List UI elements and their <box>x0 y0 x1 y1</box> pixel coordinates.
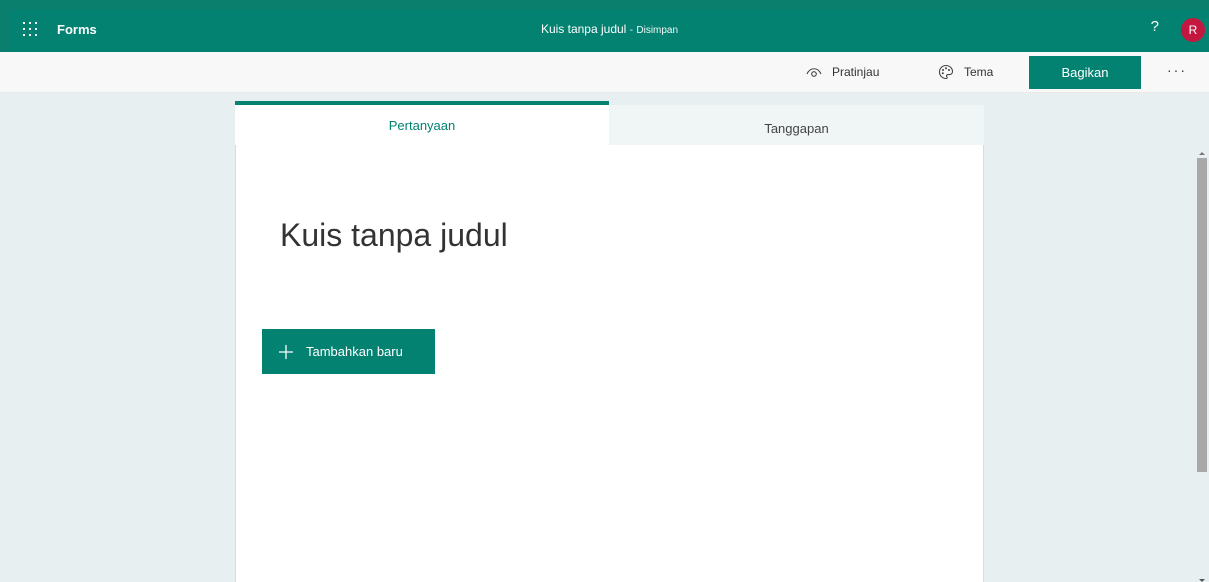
palette-icon <box>938 64 954 80</box>
theme-button[interactable]: Tema <box>938 52 993 92</box>
command-bar: Pratinjau Tema Bagikan ··· <box>0 52 1209 93</box>
app-header: Forms Kuis tanpa judul - Disimpan ? R <box>0 0 1209 52</box>
tab-questions[interactable]: Pertanyaan <box>235 101 609 145</box>
document-title: Kuis tanpa judul - Disimpan <box>10 22 1209 36</box>
document-title-text[interactable]: Kuis tanpa judul <box>541 22 626 36</box>
save-status: Disimpan <box>636 25 679 36</box>
tab-bar: Pertanyaan Tanggapan <box>235 101 984 145</box>
theme-label: Tema <box>964 65 994 79</box>
scroll-up-arrow-icon[interactable] <box>1198 146 1206 156</box>
form-card: Kuis tanpa judul Tambahkan baru <box>235 145 984 582</box>
tab-responses[interactable]: Tanggapan <box>609 105 984 145</box>
avatar[interactable]: R <box>1181 18 1205 42</box>
vertical-scrollbar[interactable] <box>1195 146 1209 582</box>
title-separator: - <box>629 25 634 36</box>
add-new-button[interactable]: Tambahkan baru <box>262 329 435 374</box>
more-options-button[interactable]: ··· <box>1167 62 1187 78</box>
eye-icon <box>806 66 822 78</box>
form-title[interactable]: Kuis tanpa judul <box>280 217 508 254</box>
scrollbar-thumb[interactable] <box>1197 158 1207 472</box>
share-button[interactable]: Bagikan <box>1029 56 1141 89</box>
scroll-down-arrow-icon[interactable] <box>1198 572 1206 582</box>
help-icon[interactable]: ? <box>1151 18 1159 35</box>
plus-icon <box>278 344 294 360</box>
add-new-label: Tambahkan baru <box>306 344 403 359</box>
preview-button[interactable]: Pratinjau <box>806 52 879 92</box>
header-bar: Forms Kuis tanpa judul - Disimpan ? R <box>10 10 1209 52</box>
preview-label: Pratinjau <box>832 65 880 79</box>
